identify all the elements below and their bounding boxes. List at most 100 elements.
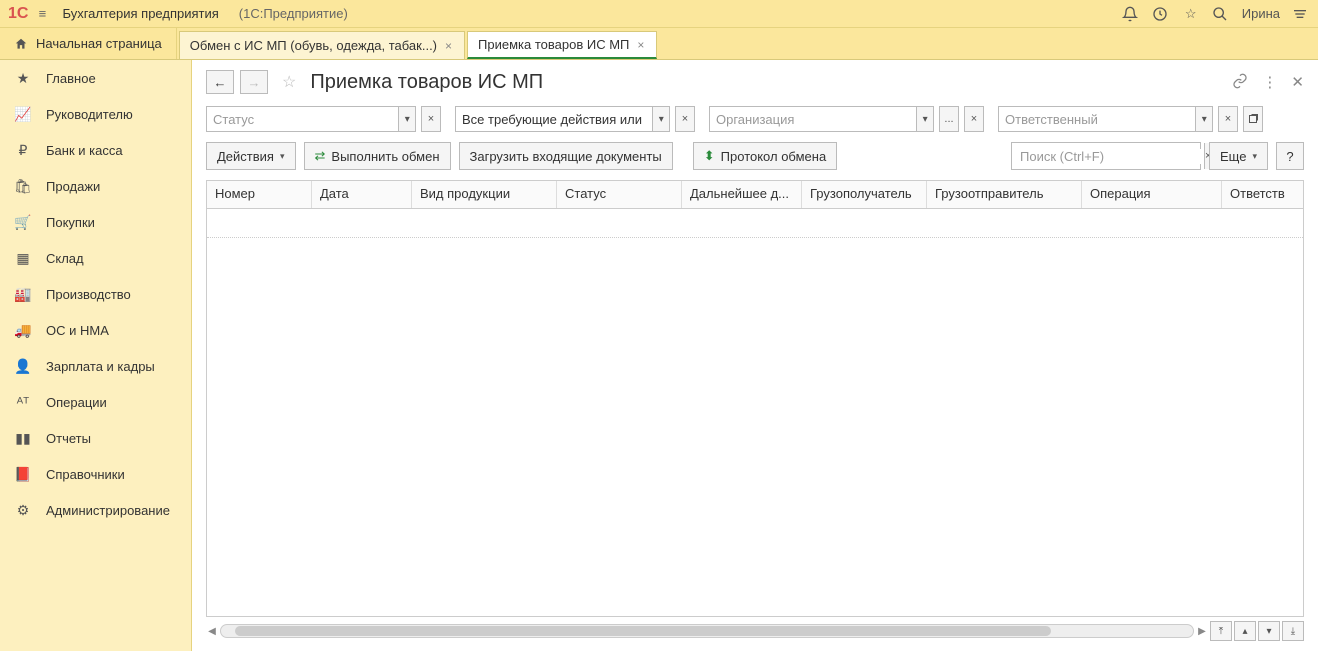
scroll-down-button[interactable]: ▾ [1258, 621, 1280, 641]
btn-label: Действия [217, 149, 274, 164]
protocol-icon: ⬍ [704, 148, 715, 164]
filter-action[interactable]: ▾ [455, 106, 670, 132]
scroll-bottom-button[interactable]: ⤓ [1282, 621, 1304, 641]
kebab-icon[interactable]: ⋮ [1262, 73, 1277, 91]
scrollbar-thumb[interactable] [235, 626, 1051, 636]
filter-status[interactable]: ▾ [206, 106, 416, 132]
status-input[interactable] [207, 112, 398, 127]
sidebar-item-label: Администрирование [46, 503, 170, 518]
sidebar-item-label: Справочники [46, 467, 125, 482]
sidebar-item-production[interactable]: 🏭Производство [0, 276, 191, 312]
action-input[interactable] [456, 112, 652, 127]
help-button[interactable]: ? [1276, 142, 1304, 170]
table: Номер Дата Вид продукции Статус Дальнейш… [206, 180, 1304, 617]
dropdown-icon[interactable]: ▾ [652, 107, 669, 131]
link-icon[interactable] [1232, 73, 1248, 91]
dropdown-icon[interactable]: ▾ [1195, 107, 1212, 131]
exchange-button[interactable]: ⇄ Выполнить обмен [304, 142, 451, 170]
filter-org[interactable]: ▾ [709, 106, 934, 132]
more-button[interactable]: Еще ▾ [1209, 142, 1268, 170]
sidebar-item-purchases[interactable]: 🛒Покупки [0, 204, 191, 240]
sidebar-item-label: Зарплата и кадры [46, 359, 155, 374]
th-responsible[interactable]: Ответств [1222, 181, 1297, 208]
tab-exchange[interactable]: Обмен с ИС МП (обувь, одежда, табак...) … [179, 31, 465, 59]
sidebar-item-warehouse[interactable]: ▦Склад [0, 240, 191, 276]
filter-row: ▾ × ▾ × ▾ ... × ▾ × [192, 102, 1318, 136]
sidebar-item-bank[interactable]: ₽Банк и касса [0, 132, 191, 168]
horizontal-scrollbar[interactable] [220, 624, 1194, 638]
protocol-button[interactable]: ⬍ Протокол обмена [693, 142, 837, 170]
th-next-action[interactable]: Дальнейшее д... [682, 181, 802, 208]
scroll-up-button[interactable]: ▴ [1234, 621, 1256, 641]
th-number[interactable]: Номер [207, 181, 312, 208]
person-icon: 👤 [14, 358, 32, 375]
sidebar-item-label: Производство [46, 287, 131, 302]
clear-action-button[interactable]: × [675, 106, 695, 132]
exchange-icon: ⇄ [315, 148, 326, 164]
th-date[interactable]: Дата [312, 181, 412, 208]
table-empty-line [207, 237, 1303, 238]
th-product-type[interactable]: Вид продукции [412, 181, 557, 208]
chart-icon: 📈 [14, 106, 32, 123]
btn-label: Выполнить обмен [331, 149, 439, 164]
sidebar-item-main[interactable]: ★Главное [0, 60, 191, 96]
star-icon[interactable]: ☆ [1182, 6, 1200, 22]
th-consignee[interactable]: Грузополучатель [802, 181, 927, 208]
resp-input[interactable] [999, 112, 1195, 127]
actions-button[interactable]: Действия ▾ [206, 142, 296, 170]
sidebar-item-sales[interactable]: 🛍Продажи [0, 168, 191, 204]
history-icon[interactable] [1152, 6, 1170, 22]
scroll-top-button[interactable]: ⤒ [1210, 621, 1232, 641]
open-resp-button[interactable] [1243, 106, 1263, 132]
th-consignor[interactable]: Грузоотправитель [927, 181, 1082, 208]
sidebar-item-admin[interactable]: ⚙Администрирование [0, 492, 191, 528]
forward-button[interactable]: → [240, 70, 268, 94]
grid-icon: ▦ [14, 250, 32, 267]
user-name[interactable]: Ирина [1242, 6, 1280, 21]
menu-icon[interactable]: ≡ [32, 6, 52, 21]
scroll-left-icon[interactable]: ◀ [206, 626, 218, 637]
bag-icon: 🛍 [14, 178, 32, 195]
sidebar-item-salary[interactable]: 👤 Зарплата и кадры [0, 348, 191, 384]
titlebar: 1С ≡ Бухгалтерия предприятия (1С:Предпри… [0, 0, 1318, 28]
sidebar-item-assets[interactable]: 🚚ОС и НМА [0, 312, 191, 348]
dropdown-icon[interactable]: ▾ [398, 107, 415, 131]
table-body [207, 237, 1303, 617]
book-icon: 📕 [14, 466, 32, 483]
app-subtitle: (1С:Предприятие) [239, 6, 348, 21]
app-logo-icon: 1С [8, 5, 28, 23]
close-icon[interactable]: × [443, 39, 454, 53]
clear-status-button[interactable]: × [421, 106, 441, 132]
search-input[interactable] [1012, 149, 1204, 164]
search-box[interactable]: × [1011, 142, 1201, 170]
clear-org-button[interactable]: × [964, 106, 984, 132]
page-header-right: ⋮ ✕ [1232, 73, 1304, 91]
sidebar-item-operations[interactable]: ᴬᵀОперации [0, 384, 191, 420]
hamburger-icon[interactable] [1292, 6, 1310, 22]
operations-icon: ᴬᵀ [14, 394, 32, 410]
load-docs-button[interactable]: Загрузить входящие документы [459, 142, 673, 170]
favorite-icon[interactable]: ☆ [282, 72, 296, 92]
close-icon[interactable]: ✕ [1291, 73, 1304, 91]
bell-icon[interactable] [1122, 6, 1140, 22]
dropdown-icon[interactable]: ▾ [916, 107, 933, 131]
sidebar-item-directories[interactable]: 📕 Справочники [0, 456, 191, 492]
tab-priemka[interactable]: Приемка товаров ИС МП × [467, 31, 657, 59]
scroll-right-icon[interactable]: ▶ [1196, 626, 1208, 637]
tab-label: Обмен с ИС МП (обувь, одежда, табак...) [190, 38, 437, 53]
action-row: Действия ▾ ⇄ Выполнить обмен Загрузить в… [192, 136, 1318, 176]
bars-icon: ▮▮ [14, 430, 32, 447]
org-input[interactable] [710, 112, 916, 127]
sidebar-item-manager[interactable]: 📈Руководителю [0, 96, 191, 132]
filter-resp[interactable]: ▾ [998, 106, 1213, 132]
home-tab[interactable]: Начальная страница [0, 28, 177, 59]
truck-icon: 🚚 [14, 322, 32, 339]
sidebar-item-reports[interactable]: ▮▮Отчеты [0, 420, 191, 456]
back-button[interactable]: ← [206, 70, 234, 94]
th-status[interactable]: Статус [557, 181, 682, 208]
org-more-button[interactable]: ... [939, 106, 959, 132]
th-operation[interactable]: Операция [1082, 181, 1222, 208]
clear-resp-button[interactable]: × [1218, 106, 1238, 132]
search-icon[interactable] [1212, 6, 1230, 22]
close-icon[interactable]: × [635, 38, 646, 52]
